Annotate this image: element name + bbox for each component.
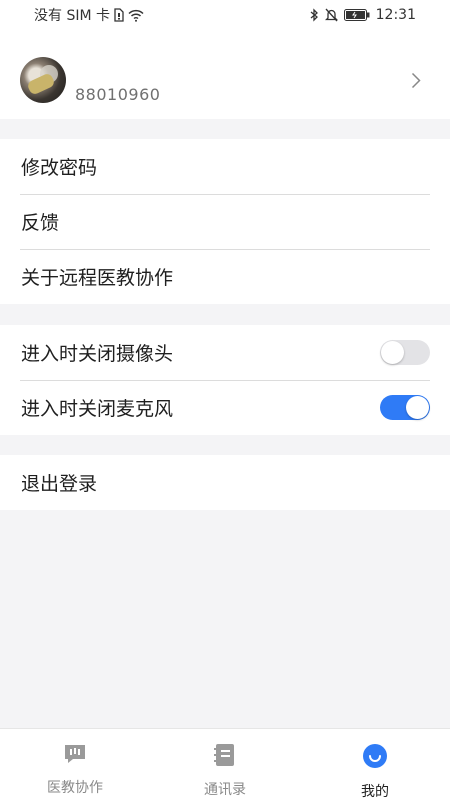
camera-toggle[interactable] <box>380 340 430 365</box>
nav-label-collaboration: 医教协作 <box>47 780 103 796</box>
mic-toggle[interactable] <box>380 395 430 420</box>
chevron-right-icon[interactable] <box>411 72 421 93</box>
camera-setting-label: 进入时关闭摄像头 <box>21 343 174 365</box>
mute-icon <box>324 8 338 22</box>
logout-label: 退出登录 <box>21 473 98 495</box>
me-smile-icon <box>362 743 388 773</box>
nav-tab-collaboration[interactable]: 医教协作 <box>0 729 150 801</box>
nav-tab-contacts[interactable]: 通讯录 <box>150 729 300 801</box>
mic-setting-row: 进入时关闭麦克风 <box>0 380 450 435</box>
nav-label-me: 我的 <box>361 784 389 800</box>
nav-label-contacts: 通讯录 <box>204 782 246 798</box>
battery-icon <box>343 9 370 21</box>
account-menu: 修改密码 反馈 关于远程医教协作 <box>0 139 450 304</box>
clock-text: 12:31 <box>375 7 416 23</box>
wifi-icon <box>128 9 144 22</box>
camera-setting-row: 进入时关闭摄像头 <box>0 325 450 380</box>
meeting-settings: 进入时关闭摄像头 进入时关闭麦克风 <box>0 325 450 435</box>
carrier-text: 没有 SIM 卡 <box>34 8 110 24</box>
nav-tab-me[interactable]: 我的 <box>300 729 450 801</box>
logout-section: 退出登录 <box>0 455 450 510</box>
mic-setting-label: 进入时关闭麦克风 <box>21 398 174 420</box>
change-password-label: 修改密码 <box>21 157 98 179</box>
avatar[interactable] <box>20 57 66 103</box>
sim-icon <box>114 8 124 22</box>
change-password-item[interactable]: 修改密码 <box>0 139 450 194</box>
logout-button[interactable]: 退出登录 <box>0 455 450 510</box>
user-id: 88010960 <box>75 85 161 104</box>
feedback-item[interactable]: 反馈 <box>0 194 450 249</box>
status-bar: 没有 SIM 卡 12:31 <box>0 0 450 30</box>
bottom-nav: 医教协作 通讯录 我的 <box>0 728 450 801</box>
about-item[interactable]: 关于远程医教协作 <box>0 249 450 304</box>
collaboration-icon <box>63 743 87 769</box>
address-book-icon <box>214 743 236 771</box>
feedback-label: 反馈 <box>21 212 60 234</box>
profile-card[interactable]: 88010960 <box>0 30 450 119</box>
bluetooth-icon <box>310 8 319 22</box>
about-label: 关于远程医教协作 <box>21 267 174 289</box>
